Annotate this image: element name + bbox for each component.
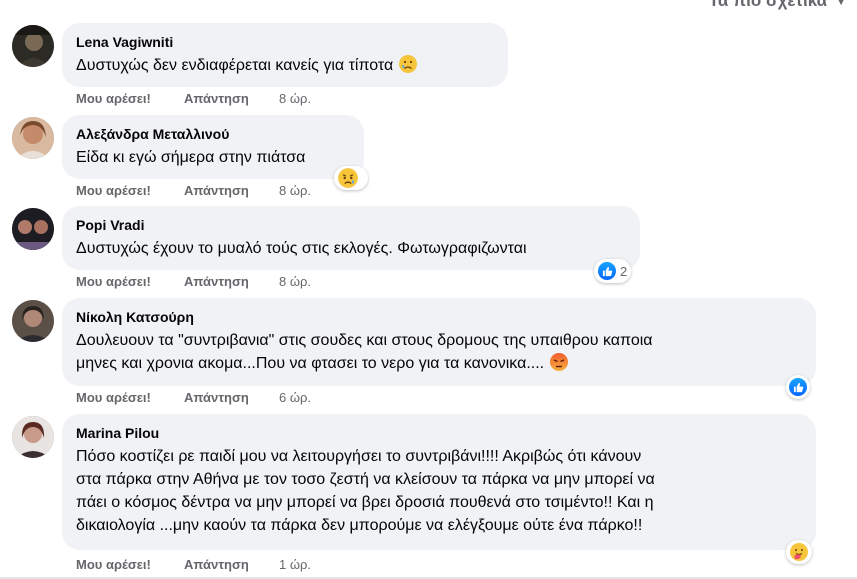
reaction-count: 2	[620, 263, 628, 279]
comment-bubble: Νίκολη Κατσούρη Δουλευουν τα "συντριβανι…	[62, 298, 816, 386]
comment-text: Δυστυχώς δεν ενδιαφέρεται κανείς για τίπ…	[76, 57, 394, 74]
comment-text-line: μηνες και χρονια ακομα...Που να φτασει τ…	[76, 355, 545, 372]
comment-author[interactable]: Popi Vradi	[76, 216, 626, 234]
timestamp[interactable]: 8 ώρ.	[279, 274, 311, 290]
comment-text-line: στα πάρκα στην Αθήνα με τον τοσο ζεστή ν…	[76, 471, 655, 488]
reply-button[interactable]: Απάντηση	[184, 390, 279, 406]
angry-emoji-icon	[549, 353, 568, 371]
avatar[interactable]	[12, 208, 54, 250]
like-button[interactable]: Μου αρέσει!	[76, 557, 184, 573]
avatar[interactable]	[12, 25, 54, 67]
avatar[interactable]	[12, 117, 54, 159]
avatar[interactable]	[12, 300, 54, 342]
comment-text-line: πάει ο κόσμος δέντρα να μην μπορεί να βρ…	[76, 494, 654, 511]
timestamp[interactable]: 1 ώρ.	[279, 557, 311, 573]
reply-button[interactable]: Απάντηση	[184, 557, 279, 573]
timestamp[interactable]: 6 ώρ.	[279, 390, 311, 406]
comment-text: Δουλευουν τα "συντριβανια" στις σουδες κ…	[76, 329, 802, 375]
timestamp[interactable]: 8 ώρ.	[279, 91, 311, 107]
sad-tear-emoji-icon	[398, 55, 417, 73]
comment-text-line: Δουλευουν τα "συντριβανια" στις σουδες κ…	[76, 332, 653, 349]
comment-text-line: δικαιολογία ...μην καούν τα πάρκα δεν μπ…	[76, 517, 643, 534]
reply-button[interactable]: Απάντηση	[184, 274, 279, 290]
sort-dropdown[interactable]: Τα πιο σχετικά ▼	[709, 0, 847, 11]
reply-button[interactable]: Απάντηση	[184, 183, 279, 199]
reply-button[interactable]: Απάντηση	[184, 91, 279, 107]
like-button[interactable]: Μου αρέσει!	[76, 91, 184, 107]
reaction-badge[interactable]	[786, 375, 810, 399]
comment-bubble: Marina Pilou Πόσο κοστίζει ρε παιδί μου …	[62, 414, 816, 550]
caret-down-icon: ▼	[835, 0, 847, 8]
sort-label: Τα πιο σχετικά	[708, 0, 828, 10]
comment-author[interactable]: Marina Pilou	[76, 424, 802, 442]
like-reaction-icon	[598, 262, 616, 280]
comment-bubble: Popi Vradi Δυστυχώς έχουν το μυαλό τούς …	[62, 206, 640, 270]
like-button[interactable]: Μου αρέσει!	[76, 274, 184, 290]
timestamp[interactable]: 8 ώρ.	[279, 183, 311, 199]
avatar[interactable]	[12, 416, 54, 458]
reaction-badge[interactable]: 2	[594, 259, 632, 283]
reaction-badge[interactable]	[334, 166, 368, 190]
comment-bubble: Lena Vagiwniti Δυστυχώς δεν ενδιαφέρεται…	[62, 23, 508, 87]
comment-author[interactable]: Lena Vagiwniti	[76, 33, 494, 51]
comment-text: Πόσο κοστίζει ρε παιδί μου να λειτουργήσ…	[76, 445, 802, 537]
reaction-badge[interactable]	[786, 540, 812, 564]
comment-bubble: Αλεξάνδρα Μεταλλινού Είδα κι εγώ σήμερα …	[62, 115, 364, 179]
comment-author[interactable]: Νίκολη Κατσούρη	[76, 308, 802, 326]
comment-text: Δυστυχώς έχουν το μυαλό τούς στις εκλογέ…	[76, 240, 527, 257]
comment-text-line: Πόσο κοστίζει ρε παιδί μου να λειτουργήσ…	[76, 448, 642, 465]
comment-author[interactable]: Αλεξάνδρα Μεταλλινού	[76, 125, 350, 143]
comment-text: Είδα κι εγώ σήμερα στην πιάτσα	[76, 149, 306, 166]
like-button[interactable]: Μου αρέσει!	[76, 390, 184, 406]
sad-reaction-icon	[338, 168, 358, 188]
care-reaction-icon	[790, 543, 808, 561]
like-button[interactable]: Μου αρέσει!	[76, 183, 184, 199]
like-reaction-icon	[789, 378, 807, 396]
